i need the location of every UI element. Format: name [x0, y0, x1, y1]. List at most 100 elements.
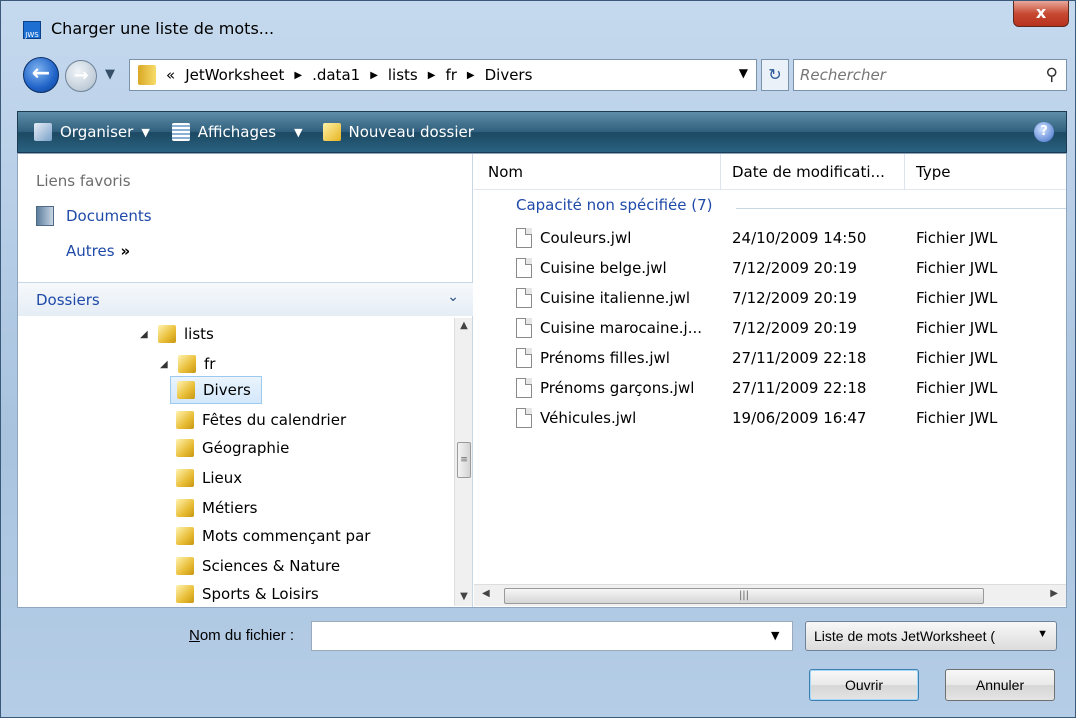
- tree-item-geographie[interactable]: Géographie: [176, 434, 289, 462]
- filename-input[interactable]: [311, 621, 793, 651]
- expanded-triangle-icon[interactable]: ◢: [140, 329, 152, 340]
- folder-icon: [176, 411, 194, 429]
- arrow-left-icon: ←: [31, 61, 51, 86]
- search-input[interactable]: [800, 66, 1036, 84]
- file-name: Véhicules.jwl: [540, 409, 637, 427]
- breadcrumb-item[interactable]: JetWorksheet: [185, 66, 284, 84]
- title-bar[interactable]: JWS Charger une liste de mots... x: [1, 1, 1075, 47]
- chevron-right-icon[interactable]: ▶: [370, 70, 378, 81]
- column-header-date[interactable]: Date de modificati...: [732, 163, 885, 181]
- tree-item-metiers[interactable]: Métiers: [176, 494, 257, 522]
- file-row[interactable]: Cuisine belge.jwl 7/12/2009 20:19 Fichie…: [474, 254, 1066, 284]
- file-date: 19/06/2009 16:47: [732, 409, 867, 427]
- column-header-name[interactable]: Nom: [488, 163, 523, 181]
- file-icon: [516, 348, 532, 368]
- file-row[interactable]: Prénoms filles.jwl 27/11/2009 22:18 Fich…: [474, 344, 1066, 374]
- group-divider: [736, 208, 1066, 209]
- new-folder-icon: [322, 123, 341, 141]
- breadcrumb-item[interactable]: lists: [388, 66, 418, 84]
- tree-item-divers[interactable]: Divers: [170, 376, 262, 404]
- tree-item-label: Lieux: [202, 469, 243, 487]
- file-row[interactable]: Couleurs.jwl 24/10/2009 14:50 Fichier JW…: [474, 224, 1066, 254]
- new-folder-button[interactable]: Nouveau dossier: [322, 123, 474, 141]
- tree-item-label: Divers: [203, 381, 251, 399]
- file-name: Prénoms garçons.jwl: [540, 379, 695, 397]
- tree-item-label: Sports & Loisirs: [202, 585, 319, 603]
- file-date: 24/10/2009 14:50: [732, 229, 867, 247]
- more-links-button[interactable]: Autres »: [66, 242, 130, 260]
- file-row[interactable]: Cuisine marocaine.j... 7/12/2009 20:19 F…: [474, 314, 1066, 344]
- help-icon[interactable]: ?: [1034, 122, 1054, 142]
- column-divider[interactable]: [720, 154, 721, 190]
- column-divider[interactable]: [904, 154, 905, 190]
- tree-item-label: lists: [184, 325, 214, 343]
- expanded-triangle-icon[interactable]: ◢: [160, 359, 172, 370]
- documents-icon: [36, 206, 54, 226]
- scroll-up-icon[interactable]: ▲: [455, 320, 473, 331]
- forward-button[interactable]: →: [65, 60, 97, 92]
- caret-down-icon: ▼: [294, 125, 303, 139]
- views-button[interactable]: Affichages ▼: [171, 123, 303, 141]
- file-date: 7/12/2009 20:19: [732, 319, 857, 337]
- horizontal-scrollbar[interactable]: ◀ ||| ▶: [474, 584, 1066, 606]
- tree-item-sciences[interactable]: Sciences & Nature: [176, 552, 340, 580]
- scroll-thumb[interactable]: |||: [504, 588, 984, 604]
- file-row[interactable]: Prénoms garçons.jwl 27/11/2009 22:18 Fic…: [474, 374, 1066, 404]
- close-button[interactable]: x: [1013, 1, 1069, 27]
- folder-icon: [176, 557, 194, 575]
- breadcrumb-item[interactable]: Divers: [485, 66, 533, 84]
- chevron-right-icon[interactable]: ▶: [428, 70, 436, 81]
- chevron-right-icon[interactable]: ▶: [294, 70, 302, 81]
- file-type: Fichier JWL: [916, 349, 998, 367]
- group-header[interactable]: Capacité non spécifiée (7): [516, 196, 713, 214]
- favorite-label: Documents: [66, 207, 152, 225]
- caret-down-icon: ▼: [141, 125, 150, 139]
- tree-scrollbar[interactable]: ▲ ≡ ▼: [454, 318, 472, 606]
- folder-icon: [158, 325, 176, 343]
- tree-item-fr[interactable]: ◢ fr: [160, 350, 215, 378]
- file-name: Cuisine italienne.jwl: [540, 289, 691, 307]
- tree-item-lists[interactable]: ◢ lists: [140, 320, 214, 348]
- tree-item-mots[interactable]: Mots commençant par: [176, 522, 370, 550]
- tree-item-fetes[interactable]: Fêtes du calendrier: [176, 406, 346, 434]
- address-dropdown-icon[interactable]: ▼: [739, 66, 748, 80]
- breadcrumb-item[interactable]: .data1: [312, 66, 360, 84]
- file-type: Fichier JWL: [916, 289, 998, 307]
- tree-item-label: Géographie: [202, 439, 290, 457]
- chevron-down-icon[interactable]: ⌄: [447, 289, 459, 305]
- favorites-header: Liens favoris: [36, 172, 131, 190]
- breadcrumb-overflow[interactable]: «: [166, 66, 175, 84]
- chevron-right-icon[interactable]: ▶: [467, 70, 475, 81]
- filename-history-dropdown-icon[interactable]: ▼: [771, 629, 779, 642]
- refresh-button[interactable]: ↻: [761, 59, 789, 91]
- scroll-thumb[interactable]: ≡: [457, 442, 471, 478]
- tree-item-lieux[interactable]: Lieux: [176, 464, 242, 492]
- file-row[interactable]: Cuisine italienne.jwl 7/12/2009 20:19 Fi…: [474, 284, 1066, 314]
- favorite-documents-link[interactable]: Documents: [36, 206, 152, 226]
- organise-button[interactable]: Organiser ▼: [34, 123, 150, 141]
- file-date: 27/11/2009 22:18: [732, 379, 867, 397]
- scroll-down-icon[interactable]: ▼: [455, 591, 473, 602]
- scroll-left-icon[interactable]: ◀: [482, 588, 490, 599]
- filetype-select[interactable]: Liste de mots JetWorksheet ( ▼: [805, 621, 1057, 651]
- open-button[interactable]: Ouvrir: [809, 669, 919, 701]
- address-bar[interactable]: « JetWorksheet ▶ .data1 ▶ lists ▶ fr ▶ D…: [129, 59, 757, 91]
- tree-item-label: Mots commençant par: [202, 527, 371, 545]
- cancel-button[interactable]: Annuler: [945, 669, 1055, 701]
- folder-icon: [176, 585, 194, 603]
- folders-header[interactable]: Dossiers ⌄: [18, 282, 473, 316]
- search-box[interactable]: ⚲: [793, 59, 1067, 91]
- column-header-type[interactable]: Type: [916, 163, 950, 181]
- back-button[interactable]: ←: [23, 57, 59, 93]
- recent-pages-chevron-icon[interactable]: ▼: [105, 67, 115, 82]
- file-icon: [516, 318, 532, 338]
- folder-tree: ◢ lists ◢ fr Divers Fêtes du calendrier: [18, 318, 454, 606]
- tree-item-sports[interactable]: Sports & Loisirs: [176, 580, 319, 606]
- breadcrumb-item[interactable]: fr: [445, 66, 456, 84]
- scroll-right-icon[interactable]: ▶: [1050, 588, 1058, 599]
- file-row[interactable]: Véhicules.jwl 19/06/2009 16:47 Fichier J…: [474, 404, 1066, 434]
- organise-icon: [34, 123, 52, 141]
- new-folder-label: Nouveau dossier: [348, 123, 474, 141]
- search-icon[interactable]: ⚲: [1046, 65, 1058, 85]
- folder-icon: [178, 355, 196, 373]
